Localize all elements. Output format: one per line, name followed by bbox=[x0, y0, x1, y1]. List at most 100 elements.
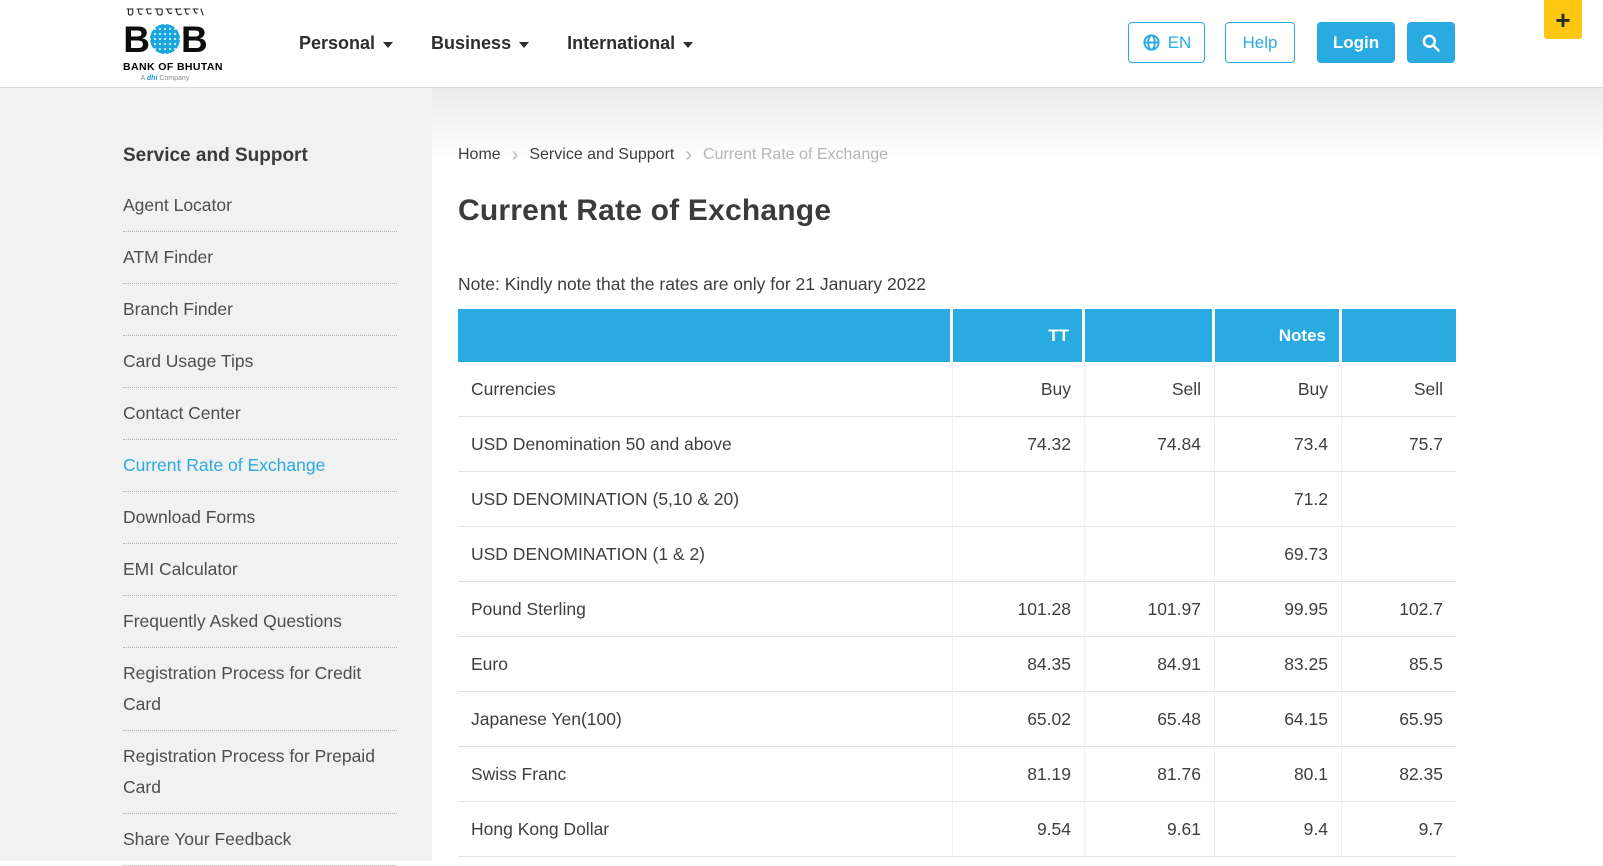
rate-cell bbox=[1085, 527, 1215, 582]
login-button[interactable]: Login bbox=[1317, 22, 1395, 63]
sidebar-item-registration-process-for-credit-card[interactable]: Registration Process for Credit Card bbox=[123, 648, 397, 731]
currency-cell: USD DENOMINATION (5,10 & 20) bbox=[458, 472, 953, 527]
rate-cell: 9.4 bbox=[1215, 802, 1342, 857]
globe-icon bbox=[1142, 33, 1161, 52]
exchange-rate-table: TTNotes CurrenciesBuySellBuySellUSD Deno… bbox=[458, 309, 1456, 857]
currency-cell: Pound Sterling bbox=[458, 582, 953, 637]
currency-cell: Swiss Franc bbox=[458, 747, 953, 802]
primary-nav: Personal Business International bbox=[299, 33, 693, 54]
column-header-empty bbox=[1342, 309, 1456, 362]
currency-cell: Hong Kong Dollar bbox=[458, 802, 953, 857]
logo-letter-right: B bbox=[181, 21, 207, 58]
sidebar-item-share-your-feedback[interactable]: Share Your Feedback bbox=[123, 814, 397, 866]
sidebar-item-download-forms[interactable]: Download Forms bbox=[123, 492, 397, 544]
rate-cell: 82.35 bbox=[1342, 747, 1456, 802]
column-header-tt: TT bbox=[953, 309, 1085, 362]
rate-cell: Buy bbox=[953, 362, 1085, 417]
breadcrumb-current: Current Rate of Exchange bbox=[703, 146, 888, 164]
chevron-right-icon: › bbox=[512, 147, 519, 163]
rate-cell bbox=[1342, 527, 1456, 582]
rate-cell: 80.1 bbox=[1215, 747, 1342, 802]
tagline-prefix: A bbox=[141, 75, 145, 82]
table-row: USD Denomination 50 and above74.3274.847… bbox=[458, 417, 1456, 472]
dzongkha-script bbox=[125, 6, 205, 20]
table-row: Pound Sterling101.28101.9799.95102.7 bbox=[458, 582, 1456, 637]
rate-cell bbox=[953, 472, 1085, 527]
table-header-row: TT Notes bbox=[458, 309, 1456, 362]
rate-cell: 73.4 bbox=[1215, 417, 1342, 472]
header-actions: EN Help Login bbox=[1128, 22, 1455, 63]
rate-cell: 81.19 bbox=[953, 747, 1085, 802]
rate-cell: 9.61 bbox=[1085, 802, 1215, 857]
rate-cell: Buy bbox=[1215, 362, 1342, 417]
rate-cell: 75.7 bbox=[1342, 417, 1456, 472]
nav-item-business[interactable]: Business bbox=[431, 33, 529, 54]
chevron-down-icon bbox=[383, 42, 393, 48]
table-row: Euro84.3584.9183.2585.5 bbox=[458, 637, 1456, 692]
sidebar-item-contact-center[interactable]: Contact Center bbox=[123, 388, 397, 440]
sidebar-item-card-usage-tips[interactable]: Card Usage Tips bbox=[123, 336, 397, 388]
rate-cell: 69.73 bbox=[1215, 527, 1342, 582]
rate-cell bbox=[1342, 472, 1456, 527]
logo-wordmark: B B bbox=[123, 21, 207, 58]
rate-cell bbox=[953, 527, 1085, 582]
language-button[interactable]: EN bbox=[1128, 22, 1205, 63]
rate-cell: 64.15 bbox=[1215, 692, 1342, 747]
rate-cell: 65.95 bbox=[1342, 692, 1456, 747]
table-row: Japanese Yen(100)65.0265.4864.1565.95 bbox=[458, 692, 1456, 747]
currency-cell: USD Denomination 50 and above bbox=[458, 417, 953, 472]
sidebar-item-current-rate-of-exchange[interactable]: Current Rate of Exchange bbox=[123, 440, 397, 492]
rate-cell: 102.7 bbox=[1342, 582, 1456, 637]
tagline-suffix: Company bbox=[159, 75, 189, 82]
rate-cell: 74.84 bbox=[1085, 417, 1215, 472]
rate-cell: 84.91 bbox=[1085, 637, 1215, 692]
sidebar-menu: Agent LocatorATM FinderBranch FinderCard… bbox=[123, 180, 397, 866]
rate-cell: 9.54 bbox=[953, 802, 1085, 857]
sidebar: Service and Support Agent LocatorATM Fin… bbox=[0, 88, 432, 861]
currency-cell: Japanese Yen(100) bbox=[458, 692, 953, 747]
help-button[interactable]: Help bbox=[1225, 22, 1295, 63]
bank-name: BANK OF BHUTAN bbox=[123, 61, 207, 73]
column-header-notes: Notes bbox=[1215, 309, 1342, 362]
sidebar-title: Service and Support bbox=[123, 145, 397, 167]
accessibility-expand-button[interactable]: + bbox=[1544, 0, 1582, 39]
sidebar-item-emi-calculator[interactable]: EMI Calculator bbox=[123, 544, 397, 596]
chevron-right-icon: › bbox=[685, 147, 692, 163]
logo-letter-left: B bbox=[123, 21, 149, 58]
rate-cell: 74.32 bbox=[953, 417, 1085, 472]
page-title: Current Rate of Exchange bbox=[458, 194, 1603, 228]
table-row: Swiss Franc81.1981.7680.182.35 bbox=[458, 747, 1456, 802]
nav-item-international[interactable]: International bbox=[567, 33, 693, 54]
sidebar-item-atm-finder[interactable]: ATM Finder bbox=[123, 232, 397, 284]
logo-tagline: A dhi Company bbox=[123, 75, 207, 82]
sidebar-item-branch-finder[interactable]: Branch Finder bbox=[123, 284, 397, 336]
rate-cell bbox=[1085, 472, 1215, 527]
rate-cell: Sell bbox=[1085, 362, 1215, 417]
search-button[interactable] bbox=[1407, 22, 1455, 63]
rate-cell: 81.76 bbox=[1085, 747, 1215, 802]
language-label: EN bbox=[1168, 33, 1192, 53]
rate-cell: 85.5 bbox=[1342, 637, 1456, 692]
breadcrumb-home[interactable]: Home bbox=[458, 146, 501, 164]
tagline-brand: dhi bbox=[147, 75, 158, 82]
main-content: Home › Service and Support › Current Rat… bbox=[432, 88, 1603, 861]
breadcrumb-service-and-support[interactable]: Service and Support bbox=[529, 146, 674, 164]
currency-cell: Euro bbox=[458, 637, 953, 692]
nav-item-label: Business bbox=[431, 33, 511, 54]
chevron-down-icon bbox=[683, 42, 693, 48]
table-row: USD DENOMINATION (1 & 2)69.73 bbox=[458, 527, 1456, 582]
search-icon bbox=[1421, 33, 1441, 53]
nav-item-label: Personal bbox=[299, 33, 375, 54]
sidebar-item-registration-process-for-prepaid-card[interactable]: Registration Process for Prepaid Card bbox=[123, 731, 397, 814]
rate-cell: 65.02 bbox=[953, 692, 1085, 747]
chevron-down-icon bbox=[519, 42, 529, 48]
page-body: Service and Support Agent LocatorATM Fin… bbox=[0, 88, 1603, 861]
column-header-empty bbox=[1085, 309, 1215, 362]
table-row: Hong Kong Dollar9.549.619.49.7 bbox=[458, 802, 1456, 857]
sidebar-item-agent-locator[interactable]: Agent Locator bbox=[123, 180, 397, 232]
breadcrumb: Home › Service and Support › Current Rat… bbox=[458, 146, 1603, 164]
rate-cell: 101.97 bbox=[1085, 582, 1215, 637]
nav-item-personal[interactable]: Personal bbox=[299, 33, 393, 54]
bank-logo[interactable]: B B BANK OF BHUTAN A dhi Company bbox=[123, 6, 207, 82]
sidebar-item-frequently-asked-questions[interactable]: Frequently Asked Questions bbox=[123, 596, 397, 648]
